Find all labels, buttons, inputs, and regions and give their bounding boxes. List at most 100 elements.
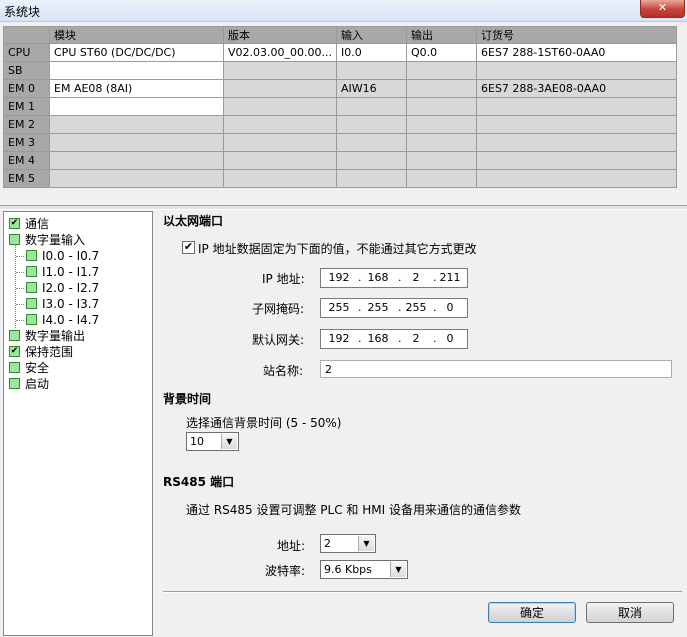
table-row[interactable]: EM 0 EM AE08 (8AI) AIW16 6ES7 288-3AE08-… <box>3 79 677 98</box>
ip-octet[interactable]: 192 <box>324 271 354 284</box>
chevron-down-icon[interactable]: ▼ <box>390 562 406 577</box>
module-cell[interactable] <box>49 61 224 80</box>
slot-label: EM 5 <box>3 169 50 188</box>
close-button[interactable]: ✕ <box>640 0 685 18</box>
tree-item-i1[interactable]: I1.0 - I1.7 <box>26 264 99 280</box>
column-header-output: 输出 <box>406 26 477 44</box>
table-row[interactable]: EM 4 <box>3 151 677 170</box>
tree-connector <box>15 240 16 328</box>
input-cell <box>336 133 407 152</box>
chevron-down-icon[interactable]: ▼ <box>221 434 237 449</box>
tree-item-digital-input[interactable]: 数字量输入 <box>9 232 85 248</box>
tree-item-retentive-ranges[interactable]: ✔ 保持范围 <box>9 344 73 360</box>
tree-item-i2[interactable]: I2.0 - I2.7 <box>26 280 99 296</box>
table-row[interactable]: EM 1 <box>3 97 677 116</box>
ip-octet[interactable]: 2 <box>401 271 431 284</box>
check-icon: ✔ <box>183 240 194 253</box>
chevron-down-icon[interactable]: ▼ <box>358 536 374 551</box>
tree-item-label: I3.0 - I3.7 <box>42 297 100 311</box>
table-row[interactable]: EM 2 <box>3 115 677 134</box>
settings-panel: 以太网端口 ✔ IP 地址数据固定为下面的值，不能通过其它方式更改 IP 地址:… <box>155 211 684 634</box>
green-square-icon <box>9 330 20 341</box>
gateway-octet[interactable]: 2 <box>401 332 431 345</box>
input-cell[interactable]: I0.0 <box>336 43 407 62</box>
tree-item-startup[interactable]: 启动 <box>9 376 49 392</box>
ip-address-field[interactable]: 192 . 168 . 2 . 211 <box>320 268 468 288</box>
output-cell[interactable]: Q0.0 <box>406 43 477 62</box>
divider <box>163 591 682 593</box>
version-cell <box>223 115 337 134</box>
slot-label: EM 1 <box>3 97 50 116</box>
slot-label: EM 0 <box>3 79 50 98</box>
gateway-field[interactable]: 192 . 168 . 2 . 0 <box>320 329 468 349</box>
tree-item-digital-output[interactable]: 数字量输出 <box>9 328 85 344</box>
tree-connector <box>16 320 24 321</box>
ip-dot: . <box>358 332 362 345</box>
output-cell <box>406 115 477 134</box>
rs485-address-value: 2 <box>324 537 331 550</box>
gateway-octet[interactable]: 168 <box>363 332 393 345</box>
column-header-slot <box>3 26 50 44</box>
cancel-button[interactable]: 取消 <box>586 602 674 623</box>
column-header-module: 模块 <box>49 26 224 44</box>
fixed-ip-checkbox[interactable]: ✔ <box>182 241 195 254</box>
mask-octet[interactable]: 0 <box>435 301 465 314</box>
ip-octet[interactable]: 168 <box>363 271 393 284</box>
module-cell[interactable] <box>49 97 224 116</box>
gateway-octet[interactable]: 192 <box>324 332 354 345</box>
station-name-input[interactable]: 2 <box>320 360 672 378</box>
module-cell[interactable]: EM AE08 (8AI) <box>49 79 224 98</box>
mask-octet[interactable]: 255 <box>401 301 431 314</box>
ethernet-section-title: 以太网端口 <box>163 214 224 228</box>
tree-item-i3[interactable]: I3.0 - I3.7 <box>26 296 99 312</box>
background-time-value: 10 <box>190 435 204 448</box>
baud-rate-select[interactable]: 9.6 Kbps ▼ <box>320 560 408 579</box>
slot-label: CPU <box>3 43 50 62</box>
rs485-desc: 通过 RS485 设置可调整 PLC 和 HMI 设备用来通信的通信参数 <box>186 503 521 517</box>
gateway-octet[interactable]: 0 <box>435 332 465 345</box>
mask-octet[interactable]: 255 <box>324 301 354 314</box>
window-title: 系统块 <box>4 5 41 19</box>
mask-octet[interactable]: 255 <box>363 301 393 314</box>
tree-item-i4[interactable]: I4.0 - I4.7 <box>26 312 99 328</box>
table-row[interactable]: EM 3 <box>3 133 677 152</box>
module-cell[interactable]: CPU ST60 (DC/DC/DC) <box>49 43 224 62</box>
tree-item-communication[interactable]: ✔ 通信 <box>9 216 49 232</box>
module-cell[interactable] <box>49 133 224 152</box>
output-cell <box>406 169 477 188</box>
module-cell[interactable] <box>49 169 224 188</box>
ip-dot: . <box>358 301 362 314</box>
tree-item-i0[interactable]: I0.0 - I0.7 <box>26 248 99 264</box>
ok-button[interactable]: 确定 <box>488 602 576 623</box>
module-cell[interactable] <box>49 151 224 170</box>
table-row[interactable]: EM 5 <box>3 169 677 188</box>
output-cell <box>406 133 477 152</box>
output-cell <box>406 61 477 80</box>
subnet-mask-field[interactable]: 255 . 255 . 255 . 0 <box>320 298 468 318</box>
tree-connector <box>16 288 24 289</box>
module-cell[interactable] <box>49 115 224 134</box>
tree-connector <box>16 256 24 257</box>
order-cell <box>476 115 677 134</box>
green-square-icon: ✔ <box>9 346 20 357</box>
table-row[interactable]: SB <box>3 61 677 80</box>
green-square-icon <box>26 314 37 325</box>
ip-dot: . <box>358 271 362 284</box>
green-square-icon <box>26 282 37 293</box>
tree-item-label: 通信 <box>25 217 50 231</box>
order-cell <box>476 169 677 188</box>
input-cell[interactable]: AIW16 <box>336 79 407 98</box>
order-cell <box>476 133 677 152</box>
order-cell: 6ES7 288-3AE08-0AA0 <box>476 79 677 98</box>
gateway-label: 默认网关: <box>252 333 305 347</box>
green-square-icon <box>26 298 37 309</box>
tree-item-label: 数字量输出 <box>25 329 86 343</box>
tree-item-security[interactable]: 安全 <box>9 360 49 376</box>
rs485-address-select[interactable]: 2 ▼ <box>320 534 376 553</box>
background-time-select[interactable]: 10 ▼ <box>186 432 239 451</box>
tree-item-label: 启动 <box>25 377 50 391</box>
table-row[interactable]: CPU CPU ST60 (DC/DC/DC) V02.03.00_00.00.… <box>3 43 677 62</box>
ip-octet[interactable]: 211 <box>435 271 465 284</box>
slot-label: EM 2 <box>3 115 50 134</box>
splitter[interactable] <box>0 205 687 210</box>
